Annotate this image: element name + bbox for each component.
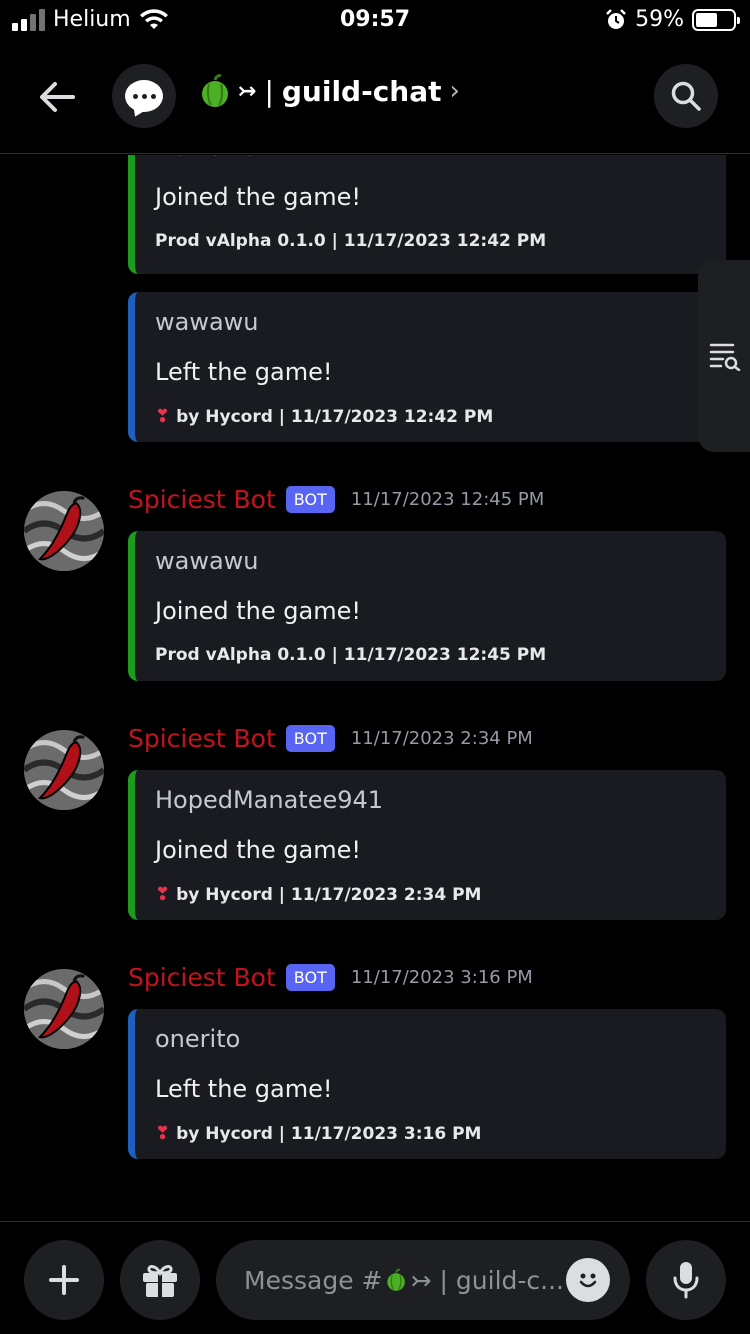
bot-badge: BOT	[285, 964, 335, 991]
smiley-icon	[579, 1273, 597, 1288]
embed-card: wawawu Joined the game! Prod vAlpha 0.1.…	[128, 531, 726, 681]
channel-header: ↣ | guild-chat ›	[0, 44, 750, 154]
author-name[interactable]: Spiciest Bot	[128, 963, 276, 992]
chili-pepper-avatar-icon	[24, 969, 104, 1049]
embed-description: Joined the game!	[155, 836, 361, 864]
voice-message-button[interactable]	[646, 1240, 726, 1320]
chili-pepper-avatar-icon	[24, 491, 104, 571]
footer-text: by Hycord | 11/17/2023 2:34 PM	[176, 884, 482, 905]
heart-exclamation-icon: ❣	[155, 406, 171, 427]
embed-author: onerito	[155, 1025, 241, 1053]
placeholder-prefix: Message #	[244, 1265, 383, 1295]
embed-author: wawawu	[155, 547, 259, 575]
embed-author: HopedManatee941	[155, 786, 384, 814]
message-header: Spiciest Bot BOT 11/17/2023 12:45 PM	[128, 485, 544, 514]
bot-badge: BOT	[285, 486, 335, 513]
title-separator: |	[264, 74, 274, 108]
footer-text: Prod vAlpha 0.1.0 | 11/17/2023 12:45 PM	[155, 645, 547, 665]
embed-footer: ❣ by Hycord | 11/17/2023 3:16 PM	[155, 1123, 481, 1144]
avatar[interactable]	[24, 730, 104, 810]
message-composer: Message # ↣ | guild-c...	[0, 1221, 750, 1334]
attach-button[interactable]	[24, 1240, 104, 1320]
message-header: Spiciest Bot BOT 11/17/2023 2:34 PM	[128, 724, 533, 753]
message-placeholder: Message # ↣ | guild-c...	[244, 1265, 564, 1295]
heart-exclamation-icon: ❣	[155, 884, 171, 905]
message-timestamp: 11/17/2023 3:16 PM	[350, 967, 533, 988]
embed-description: Left the game!	[155, 358, 333, 386]
status-bar: Helium 09:57 59%	[0, 0, 750, 44]
embed-author: wawawu	[155, 308, 259, 336]
back-button[interactable]	[30, 72, 84, 122]
embed-footer: Prod vAlpha 0.1.0 | 11/17/2023 12:42 PM	[155, 231, 546, 251]
avatar[interactable]	[24, 491, 104, 571]
embed-card: wawawu Left the game! ❣ by Hycord | 11/17…	[128, 292, 726, 442]
bot-badge: BOT	[285, 725, 335, 752]
channel-name: guild-chat	[281, 74, 442, 108]
footer-text: Prod vAlpha 0.1.0 | 11/17/2023 12:42 PM	[155, 231, 547, 251]
embed-card: HopedManatee941 Joined the game! ❣ by Hyc…	[128, 770, 726, 920]
battery-percent: 59%	[635, 7, 684, 32]
emoji-button[interactable]	[566, 1258, 610, 1302]
channel-title[interactable]: ↣ | guild-chat ›	[200, 74, 460, 108]
chevron-right-icon: ›	[449, 76, 460, 106]
battery-info: 59%	[605, 7, 740, 32]
embed-card: wawawu Joined the game! Prod vAlpha 0.1.…	[128, 155, 726, 274]
message-list[interactable]: wawawu Joined the game! Prod vAlpha 0.1.…	[0, 155, 750, 1220]
battery-icon	[692, 8, 740, 31]
member-search-tab[interactable]	[698, 260, 750, 452]
author-name[interactable]: Spiciest Bot	[128, 724, 276, 753]
embed-footer: ❣ by Hycord | 11/17/2023 2:34 PM	[155, 884, 481, 905]
embed-footer: Prod vAlpha 0.1.0 | 11/17/2023 12:45 PM	[155, 645, 546, 665]
list-search-icon	[709, 343, 741, 371]
channel-type-button[interactable]	[112, 64, 176, 128]
avatar[interactable]	[24, 969, 104, 1049]
message-timestamp: 11/17/2023 12:45 PM	[350, 489, 545, 510]
footer-text: by Hycord | 11/17/2023 12:42 PM	[176, 406, 494, 427]
footer-text: by Hycord | 11/17/2023 3:16 PM	[176, 1123, 482, 1144]
search-button[interactable]	[654, 64, 718, 128]
search-icon	[671, 81, 701, 111]
green-pepper-icon	[202, 74, 228, 107]
speech-bubble-icon	[125, 80, 163, 112]
heart-exclamation-icon: ❣	[155, 1123, 171, 1144]
placeholder-channel: ↣ | guild-c...	[410, 1265, 564, 1295]
embed-author: wawawu	[155, 155, 259, 161]
microphone-icon	[673, 1262, 699, 1299]
embed-description: Joined the game!	[155, 183, 361, 211]
green-pepper-icon	[387, 1268, 406, 1291]
embed-description: Left the game!	[155, 1075, 333, 1103]
gift-icon	[143, 1265, 177, 1297]
chili-pepper-avatar-icon	[24, 730, 104, 810]
embed-card: onerito Left the game! ❣ by Hycord | 11/1…	[128, 1009, 726, 1159]
arrow-left-icon	[40, 82, 75, 112]
embed-footer: ❣ by Hycord | 11/17/2023 12:42 PM	[155, 406, 493, 427]
message-header: Spiciest Bot BOT 11/17/2023 3:16 PM	[128, 963, 533, 992]
gift-button[interactable]	[120, 1240, 200, 1320]
alarm-icon	[606, 8, 626, 29]
plus-icon	[49, 1265, 79, 1295]
author-name[interactable]: Spiciest Bot	[128, 485, 276, 514]
channel-prefix: ↣	[238, 78, 257, 104]
embed-description: Joined the game!	[155, 597, 361, 625]
message-timestamp: 11/17/2023 2:34 PM	[350, 728, 533, 749]
